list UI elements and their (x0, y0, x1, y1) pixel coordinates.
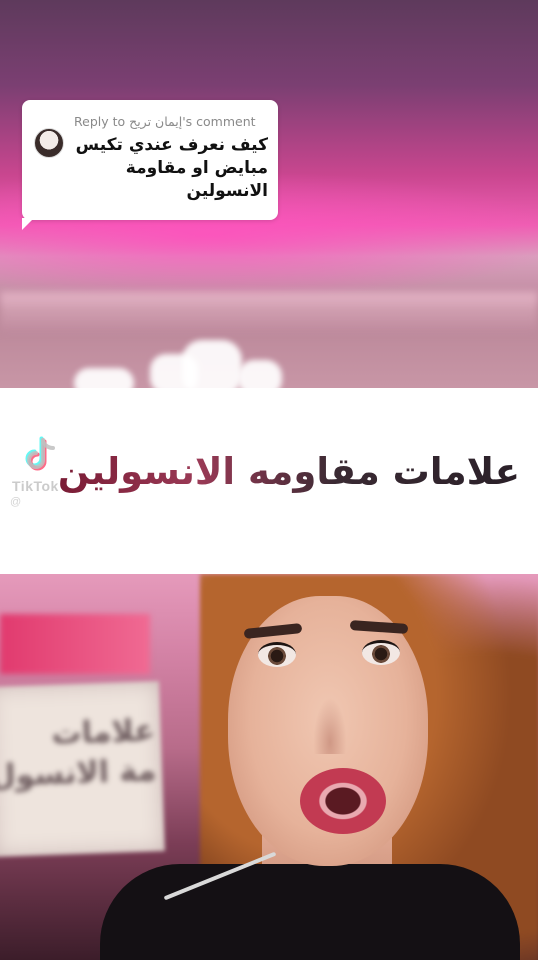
tiktok-note-icon (25, 436, 55, 471)
background-pink-objects (0, 614, 150, 674)
background-blob (74, 368, 134, 388)
background-blob (182, 340, 242, 388)
left-eye (258, 642, 296, 667)
background-sign-text: علامات مة الانسول (0, 711, 157, 796)
background-sign: علامات مة الانسول (0, 681, 165, 857)
person-shirt (100, 864, 520, 960)
reply-comment-bubble[interactable]: Reply to إيمان تريح's comment كيف نعرف ع… (22, 100, 278, 230)
comment-text: كيف نعرف عندي تكيس مبايض او مقاومة الانس… (75, 135, 268, 201)
overlay-title: علامات مقاومه الانسولين (57, 450, 520, 493)
background-sign-line1: علامات (50, 713, 156, 752)
background-blob (238, 360, 282, 388)
person-mouth (300, 768, 386, 834)
video-frame-bottom: علامات مة الانسول (0, 574, 538, 960)
tiktok-brand-text: TikTok (12, 478, 59, 494)
title-overlay-band: TikTok @ علامات مقاومه الانسولين (0, 388, 538, 574)
tiktok-username: @ (10, 496, 22, 508)
right-eye (362, 640, 400, 665)
bubble-tail (22, 218, 34, 230)
reply-to-label: Reply to إيمان تريح's comment (74, 114, 256, 129)
background-shelf (0, 292, 538, 332)
background-sign-line2: مة الانسول (0, 753, 157, 795)
person-nose (312, 694, 348, 754)
commenter-avatar[interactable] (34, 128, 64, 158)
